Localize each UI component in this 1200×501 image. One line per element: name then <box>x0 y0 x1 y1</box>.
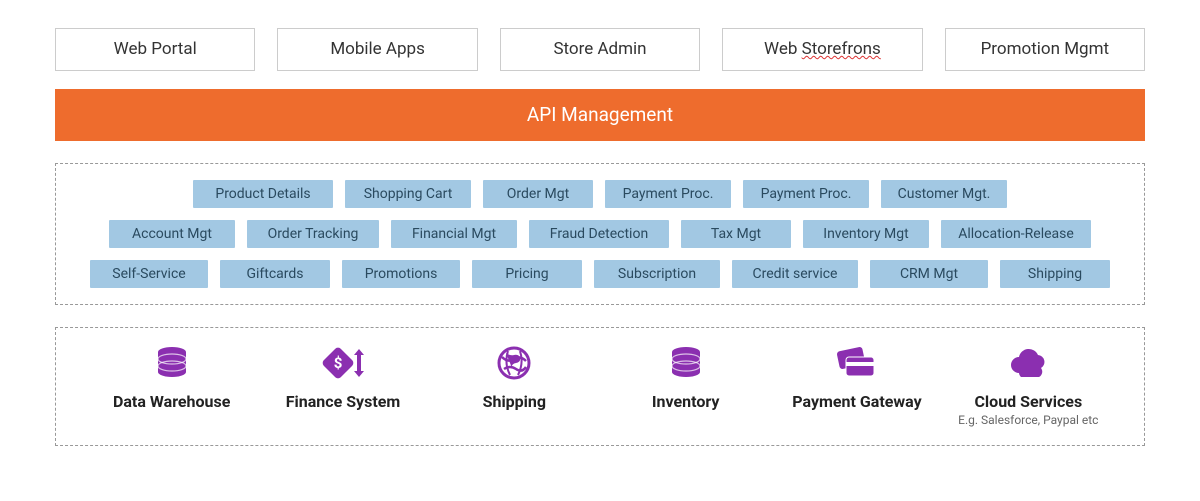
channel-label-prefix: Web <box>764 39 802 59</box>
database-icon <box>600 342 771 384</box>
service-box: Payment Proc. <box>743 180 869 208</box>
backend-system: Inventory <box>600 342 771 411</box>
service-box: Customer Mgt. <box>881 180 1007 208</box>
database-icon <box>86 342 257 384</box>
service-box: Account Mgt <box>109 220 235 248</box>
backend-title: Payment Gateway <box>771 392 942 411</box>
service-box: Credit service <box>732 260 858 288</box>
channel-box: Web Portal <box>55 28 255 71</box>
service-box: Order Mgt <box>483 180 593 208</box>
backend-system: Shipping <box>429 342 600 411</box>
microservices-container: Product Details Shopping Cart Order Mgt Pay… <box>55 163 1145 305</box>
service-box: CRM Mgt <box>870 260 988 288</box>
channel-box: Mobile Apps <box>277 28 477 71</box>
architecture-diagram: Web Portal Mobile Apps Store Admin Web S… <box>0 0 1200 466</box>
service-row: Product Details Shopping Cart Order Mgt Pay… <box>76 180 1124 208</box>
globe-icon <box>429 342 600 384</box>
backend-subtitle: E.g. Salesforce, Paypal etc <box>943 413 1114 427</box>
service-box: Shopping Cart <box>345 180 471 208</box>
service-box: Self-Service <box>90 260 208 288</box>
backend-system: Cloud Services E.g. Salesforce, Paypal et… <box>943 342 1114 427</box>
service-box: Tax Mgt <box>681 220 791 248</box>
backend-title: Inventory <box>600 392 771 411</box>
backend-system: Finance System <box>257 342 428 411</box>
service-box: Product Details <box>193 180 333 208</box>
backend-title: Finance System <box>257 392 428 411</box>
channel-box: Web Storefrons <box>722 28 922 71</box>
service-box: Allocation-Release <box>941 220 1091 248</box>
service-box: Order Tracking <box>247 220 379 248</box>
service-box: Shipping <box>1000 260 1110 288</box>
finance-icon <box>257 342 428 384</box>
service-row: Self-Service Giftcards Promotions Pricing Su… <box>76 260 1124 288</box>
service-row: Account Mgt Order Tracking Financial Mgt Fr… <box>76 220 1124 248</box>
service-box: Pricing <box>472 260 582 288</box>
channel-box: Promotion Mgmt <box>945 28 1145 71</box>
backend-title: Data Warehouse <box>86 392 257 411</box>
backend-system: Payment Gateway <box>771 342 942 411</box>
backend-system: Data Warehouse <box>86 342 257 411</box>
channel-row: Web Portal Mobile Apps Store Admin Web S… <box>55 28 1145 71</box>
backends-container: Data WarehouseFinance SystemShippingInve… <box>55 327 1145 446</box>
service-box: Inventory Mgt <box>803 220 929 248</box>
service-box: Promotions <box>342 260 460 288</box>
backend-title: Shipping <box>429 392 600 411</box>
api-management-bar: API Management <box>55 89 1145 141</box>
channel-box: Store Admin <box>500 28 700 71</box>
payment-icon <box>771 342 942 384</box>
cloud-icon <box>943 342 1114 384</box>
backend-title: Cloud Services <box>943 392 1114 411</box>
service-box: Payment Proc. <box>605 180 731 208</box>
misspelled-word: Storefrons <box>802 39 881 59</box>
service-box: Subscription <box>594 260 720 288</box>
service-box: Fraud Detection <box>529 220 669 248</box>
service-box: Giftcards <box>220 260 330 288</box>
service-box: Financial Mgt <box>391 220 517 248</box>
